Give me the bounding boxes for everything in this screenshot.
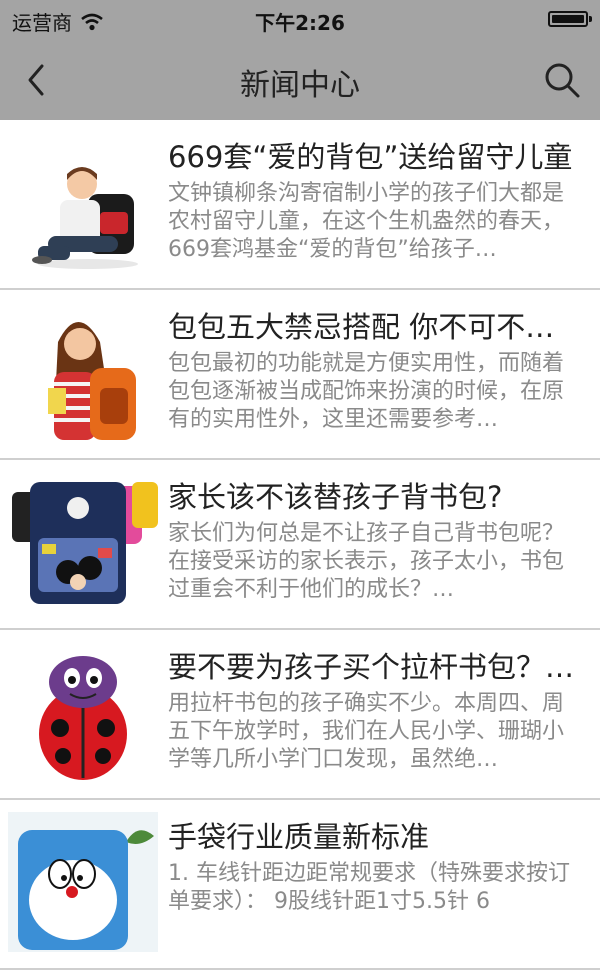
list-item[interactable]: 要不要为孩子买个拉杆书包？… 用拉杆书包的孩子确实不少。本周四、周五下午放学时，… xyxy=(0,630,600,800)
news-summary: 1. 车线针距边距常规要求（特殊要求按订单要求）： 9股线针距1寸5.5针 6 xyxy=(168,861,570,914)
news-title: 手袋行业质量新标准 xyxy=(168,820,430,854)
status-time: 下午2:26 xyxy=(255,11,345,35)
page-title: 新闻中心 xyxy=(240,68,360,103)
battery-level xyxy=(552,15,584,23)
search-button[interactable] xyxy=(542,60,582,100)
news-summary: 用拉杆书包的孩子确实不少。本周四、周五下午放学时，我们在人民小学、珊瑚小学等几所… xyxy=(168,691,565,772)
news-summary: 文钟镇柳条沟寄宿制小学的孩子们大都是农村留守儿童，在这个生机盎然的春天，669套… xyxy=(168,181,565,262)
news-title: 669套“爱的背包”送给留守儿童 xyxy=(168,140,573,174)
news-title: 包包五大禁忌搭配 你不可不… xyxy=(168,310,555,344)
news-title: 家长该不该替孩子背书包? xyxy=(168,480,503,514)
news-thumbnail xyxy=(8,812,158,952)
battery-icon xyxy=(548,11,592,27)
news-list: 669套“爱的背包”送给留守儿童 文钟镇柳条沟寄宿制小学的孩子们大都是农村留守儿… xyxy=(0,120,600,970)
news-thumbnail xyxy=(8,472,158,612)
news-thumbnail xyxy=(8,642,158,782)
news-thumbnail xyxy=(8,132,158,272)
list-item[interactable]: 手袋行业质量新标准 1. 车线针距边距常规要求（特殊要求按订单要求）： 9股线针… xyxy=(0,800,600,970)
list-item[interactable]: 家长该不该替孩子背书包? 家长们为何总是不让孩子自己背书包呢？在接受采访的家长表… xyxy=(0,460,600,630)
news-title: 要不要为孩子买个拉杆书包？… xyxy=(168,650,575,684)
news-thumbnail xyxy=(8,302,158,442)
nav-bar: 新闻中心 xyxy=(0,40,600,120)
list-item[interactable]: 669套“爱的背包”送给留守儿童 文钟镇柳条沟寄宿制小学的孩子们大都是农村留守儿… xyxy=(0,120,600,290)
news-summary: 家长们为何总是不让孩子自己背书包呢？在接受采访的家长表示，孩子太小，书包过重会不… xyxy=(168,521,565,602)
list-item[interactable]: 包包五大禁忌搭配 你不可不… 包包最初的功能就是方便实用性，而随着包包逐渐被当成… xyxy=(0,290,600,460)
news-summary: 包包最初的功能就是方便实用性，而随着包包逐渐被当成配饰来扮演的时候，在原有的实用… xyxy=(168,351,565,432)
status-bar: 运营商 下午2:26 xyxy=(0,0,600,40)
search-icon xyxy=(545,63,580,98)
